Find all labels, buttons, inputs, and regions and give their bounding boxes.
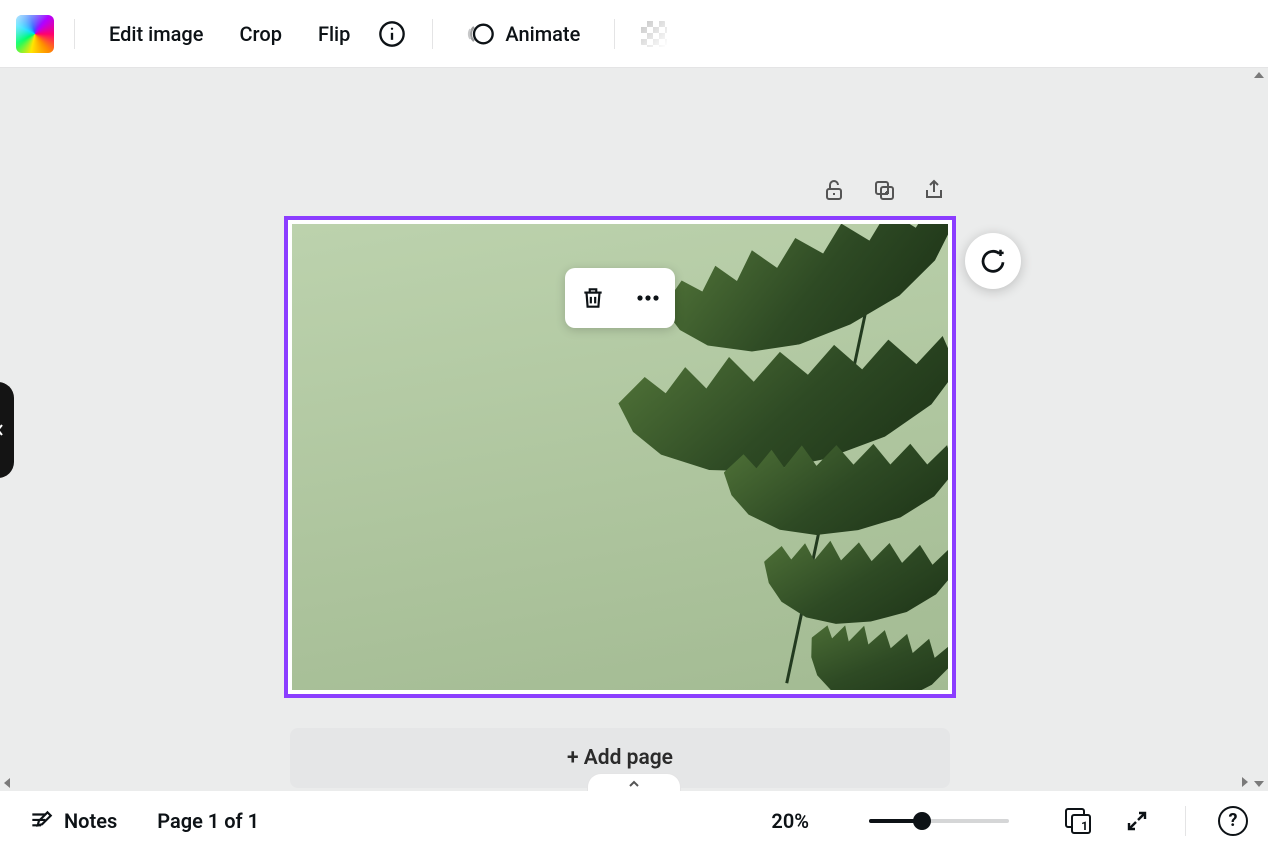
help-button[interactable]: ? [1218, 806, 1248, 836]
grid-view-icon: 1 [1063, 806, 1093, 836]
scroll-up-icon [1254, 72, 1264, 78]
side-panel-expand-button[interactable] [0, 382, 14, 478]
fullscreen-icon [1125, 809, 1149, 833]
animate-label: Animate [505, 22, 580, 46]
horizontal-scrollbar[interactable] [2, 775, 1250, 789]
page-indicator-button[interactable]: Page 1 of 1 [149, 803, 267, 839]
zoom-slider[interactable] [869, 819, 1009, 823]
page-indicator-label: Page 1 of 1 [157, 809, 259, 833]
animate-button[interactable]: Animate [453, 12, 594, 56]
delete-button[interactable] [573, 278, 613, 318]
help-label: ? [1229, 810, 1238, 831]
edit-image-button[interactable]: Edit image [95, 14, 217, 54]
more-options-button[interactable] [628, 278, 668, 318]
scroll-track[interactable] [1252, 80, 1266, 779]
animate-icon [467, 20, 495, 48]
color-swatch-button[interactable] [16, 15, 54, 53]
grid-view-button[interactable]: 1 [1059, 802, 1097, 840]
fullscreen-button[interactable] [1121, 805, 1153, 837]
info-icon [378, 20, 406, 48]
edit-image-label: Edit image [109, 22, 203, 46]
export-page-button[interactable] [920, 176, 948, 204]
info-button[interactable] [372, 12, 412, 56]
transparency-button[interactable] [635, 13, 673, 55]
floating-context-menu [565, 268, 675, 328]
vertical-scrollbar[interactable] [1252, 70, 1266, 789]
crop-label: Crop [239, 22, 281, 46]
ai-assist-button[interactable] [965, 233, 1021, 289]
grid-count-badge: 1 [1081, 819, 1088, 833]
toolbar-separator [614, 19, 615, 49]
notes-icon [28, 808, 54, 834]
footer-separator [1185, 806, 1186, 836]
leaf-shape [646, 224, 948, 374]
lock-button[interactable] [820, 176, 848, 204]
duplicate-page-button[interactable] [870, 176, 898, 204]
flip-button[interactable]: Flip [304, 14, 364, 54]
scroll-left-icon [4, 778, 10, 788]
page-action-bar [820, 176, 948, 204]
scroll-right-icon [1242, 777, 1248, 787]
status-bar: Notes Page 1 of 1 20% 1 ? [0, 791, 1268, 849]
scroll-down-icon [1254, 781, 1264, 787]
zoom-level-label[interactable]: 20% [771, 809, 809, 833]
toolbar-separator [74, 19, 75, 49]
notes-label: Notes [64, 809, 117, 833]
zoom-slider-knob[interactable] [913, 812, 931, 830]
notes-button[interactable]: Notes [20, 802, 125, 840]
image-toolbar: Edit image Crop Flip Animate [0, 0, 1268, 68]
add-page-label: + Add page [567, 746, 673, 770]
flip-label: Flip [318, 22, 350, 46]
toolbar-separator [432, 19, 433, 49]
crop-button[interactable]: Crop [225, 14, 295, 54]
editor-area: + Add page [0, 68, 1268, 791]
transparency-icon [641, 21, 667, 47]
